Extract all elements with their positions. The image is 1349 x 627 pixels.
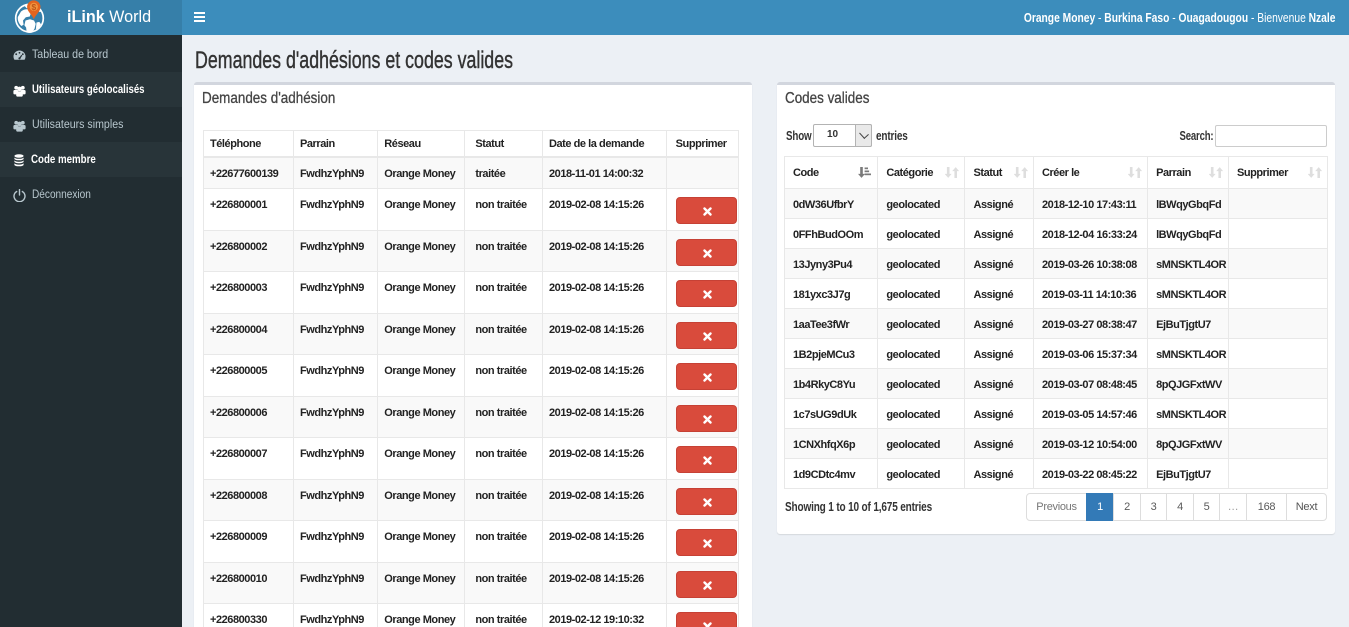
svg-text:$: $ [31, 2, 36, 12]
